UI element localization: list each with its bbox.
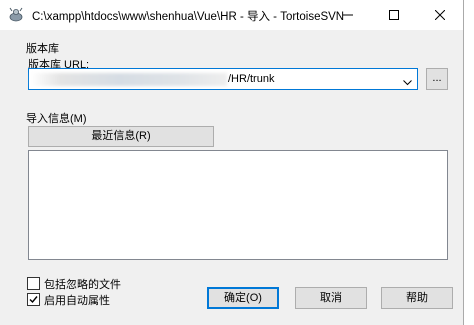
import-dialog: C:\xampp\htdocs\www\shenhua\Vue\HR - 导入 … — [0, 0, 464, 325]
maximize-button[interactable] — [371, 0, 417, 30]
repository-url-value: /HR/trunk — [228, 73, 275, 85]
cancel-button[interactable]: 取消 — [295, 287, 367, 309]
auto-props-label: 启用自动属性 — [44, 295, 110, 307]
title-bar[interactable]: C:\xampp\htdocs\www\shenhua\Vue\HR - 导入 … — [0, 0, 463, 30]
redacted-url-prefix — [31, 73, 227, 86]
include-ignored-label: 包括忽略的文件 — [44, 279, 121, 291]
minimize-button[interactable] — [325, 0, 371, 30]
repository-url-combobox[interactable]: /HR/trunk — [28, 68, 418, 90]
maximize-icon — [389, 10, 399, 20]
import-message-group-label: 导入信息(M) — [26, 113, 87, 125]
include-ignored-checkbox[interactable] — [27, 277, 40, 290]
chevron-down-icon[interactable] — [403, 77, 412, 89]
tortoisesvn-icon — [8, 7, 24, 23]
repository-group-label: 版本库 — [26, 43, 59, 55]
checkmark-icon — [29, 296, 38, 304]
import-message-textarea[interactable] — [28, 150, 448, 260]
minimize-icon — [343, 14, 353, 16]
close-button[interactable] — [417, 0, 463, 30]
window-title: C:\xampp\htdocs\www\shenhua\Vue\HR - 导入 … — [32, 11, 345, 23]
auto-props-checkbox[interactable] — [27, 293, 40, 306]
help-button[interactable]: 帮助 — [381, 287, 453, 309]
close-icon — [435, 10, 445, 20]
recent-messages-button[interactable]: 最近信息(R) — [28, 126, 214, 147]
ok-button[interactable]: 确定(O) — [207, 287, 279, 309]
browse-button[interactable]: ... — [426, 68, 448, 90]
